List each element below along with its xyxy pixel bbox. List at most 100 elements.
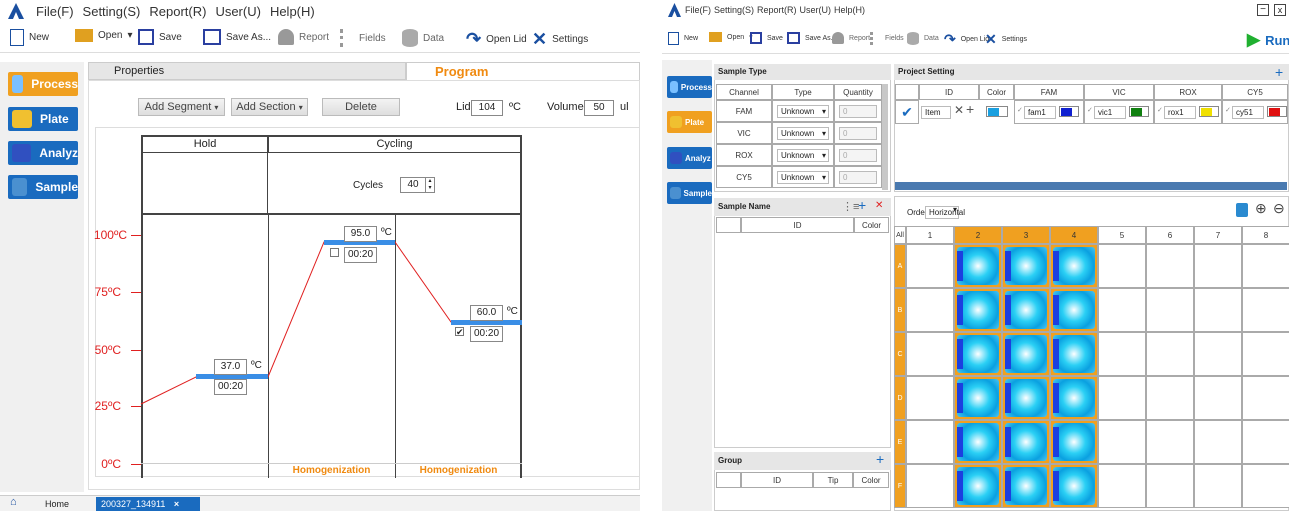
add-sample-icon[interactable]: +: [858, 197, 866, 213]
project-row-check[interactable]: ✔: [895, 100, 919, 124]
plate-well[interactable]: [1242, 420, 1289, 464]
order-dropdown-icon[interactable]: ▾: [953, 205, 957, 214]
plate-well[interactable]: [1146, 288, 1194, 332]
plate-col-header[interactable]: 5: [1098, 226, 1146, 244]
well-sample[interactable]: [957, 247, 999, 285]
plate-well[interactable]: [1098, 332, 1146, 376]
well-sample[interactable]: [1053, 247, 1095, 285]
plate-col-header[interactable]: 1: [906, 226, 954, 244]
menu-help[interactable]: Help(H): [834, 5, 865, 15]
sample-type-scrollbar[interactable]: [882, 84, 888, 190]
well-sample[interactable]: [1005, 291, 1047, 329]
open-button[interactable]: Open ▾: [709, 32, 753, 42]
well-sample[interactable]: [957, 335, 999, 373]
save-button[interactable]: Save: [750, 32, 783, 44]
plate-well[interactable]: [1146, 464, 1194, 508]
nav-process[interactable]: Process: [667, 76, 712, 98]
zoom-out-icon[interactable]: ⊖: [1273, 200, 1285, 217]
import-icon[interactable]: ⋮≡: [842, 200, 859, 213]
plate-well[interactable]: [1098, 420, 1146, 464]
fam-check-icon[interactable]: ✓: [1017, 106, 1023, 114]
vic-check-icon[interactable]: ✓: [1087, 106, 1093, 114]
rox-input[interactable]: rox1: [1164, 106, 1196, 119]
settings-button[interactable]: ✕ Settings: [985, 31, 1027, 48]
hold-time-input[interactable]: 00:20: [214, 379, 247, 395]
quantity-input[interactable]: 0: [839, 127, 877, 140]
delete-sample-icon[interactable]: ✕: [875, 200, 883, 211]
add-project-icon[interactable]: +: [1275, 64, 1283, 80]
well-sample[interactable]: [1005, 247, 1047, 285]
item-id-input[interactable]: Item: [921, 106, 951, 119]
home-icon[interactable]: ⌂: [10, 496, 17, 508]
menu-report[interactable]: Report(R): [757, 5, 797, 15]
quantity-input[interactable]: 0: [839, 171, 877, 184]
plate-well[interactable]: [1146, 420, 1194, 464]
document-tab[interactable]: 200327_134911 ×: [96, 497, 200, 511]
plate-row-header[interactable]: A: [894, 244, 906, 288]
anneal-checkbox[interactable]: ✔: [455, 327, 464, 337]
well-sample[interactable]: [1053, 423, 1095, 461]
plate-well[interactable]: [1098, 376, 1146, 420]
plate-row-header[interactable]: F: [894, 464, 906, 508]
quantity-input[interactable]: 0: [839, 105, 877, 118]
run-button[interactable]: ▶ Run: [1247, 30, 1289, 50]
plate-well[interactable]: [1194, 464, 1242, 508]
plate-col-header[interactable]: 4: [1050, 226, 1098, 244]
plate-well[interactable]: [1146, 376, 1194, 420]
export-plate-icon[interactable]: [1236, 203, 1248, 217]
close-tab-icon[interactable]: ×: [174, 499, 179, 509]
type-select[interactable]: Unknown ▾: [777, 105, 829, 118]
well-sample[interactable]: [957, 423, 999, 461]
vic-color-picker[interactable]: [1129, 106, 1149, 117]
select-all-cell[interactable]: All: [894, 226, 906, 244]
well-sample[interactable]: [1053, 291, 1095, 329]
well-sample[interactable]: [957, 379, 999, 417]
plate-well[interactable]: [1194, 288, 1242, 332]
fields-button[interactable]: Fields: [870, 32, 904, 45]
well-sample[interactable]: [1005, 379, 1047, 417]
plate-well[interactable]: [906, 288, 954, 332]
cy5-color-picker[interactable]: [1267, 106, 1287, 117]
plate-well[interactable]: [1242, 288, 1289, 332]
plate-well[interactable]: [1194, 376, 1242, 420]
nav-plate[interactable]: Plate: [667, 111, 712, 133]
hold-temp-input[interactable]: 37.0: [214, 359, 247, 375]
denature-temp-input[interactable]: 95.0: [344, 226, 377, 242]
report-button[interactable]: Report: [832, 32, 870, 44]
well-sample[interactable]: [1005, 467, 1047, 505]
plate-well[interactable]: [1098, 244, 1146, 288]
type-select[interactable]: Unknown ▾: [777, 171, 829, 184]
vic-input[interactable]: vic1: [1094, 106, 1126, 119]
project-hscrollbar[interactable]: [895, 182, 1287, 190]
rox-check-icon[interactable]: ✓: [1157, 106, 1163, 114]
well-sample[interactable]: [1053, 379, 1095, 417]
plate-row-header[interactable]: D: [894, 376, 906, 420]
data-button[interactable]: Data: [907, 32, 939, 45]
well-sample[interactable]: [1053, 335, 1095, 373]
well-sample[interactable]: [957, 467, 999, 505]
menu-user[interactable]: User(U): [800, 5, 832, 15]
anneal-temp-input[interactable]: 60.0: [470, 305, 503, 321]
menu-setting[interactable]: Setting(S): [714, 5, 754, 15]
plate-well[interactable]: [906, 420, 954, 464]
denature-time-input[interactable]: 00:20: [344, 247, 377, 263]
anneal-time-input[interactable]: 00:20: [470, 326, 503, 342]
plate-well[interactable]: [906, 244, 954, 288]
type-select[interactable]: Unknown ▾: [777, 127, 829, 140]
plate-col-header[interactable]: 6: [1146, 226, 1194, 244]
plate-well[interactable]: [906, 376, 954, 420]
fam-input[interactable]: fam1: [1024, 106, 1056, 119]
plate-well[interactable]: [1194, 420, 1242, 464]
open-lid-button[interactable]: ↷ Open Lid: [944, 31, 989, 48]
plate-well[interactable]: [1242, 244, 1289, 288]
plate-well[interactable]: [1098, 464, 1146, 508]
item-color-picker[interactable]: [986, 106, 1008, 117]
plate-row-header[interactable]: C: [894, 332, 906, 376]
well-sample[interactable]: [1005, 423, 1047, 461]
save-as-button[interactable]: Save As...: [787, 32, 837, 44]
nav-analyz[interactable]: Analyz: [667, 147, 712, 169]
minimize-button[interactable]: −: [1257, 4, 1269, 16]
plate-col-header[interactable]: 7: [1194, 226, 1242, 244]
new-button[interactable]: New: [668, 32, 698, 45]
add-item-icon[interactable]: +: [966, 101, 974, 117]
